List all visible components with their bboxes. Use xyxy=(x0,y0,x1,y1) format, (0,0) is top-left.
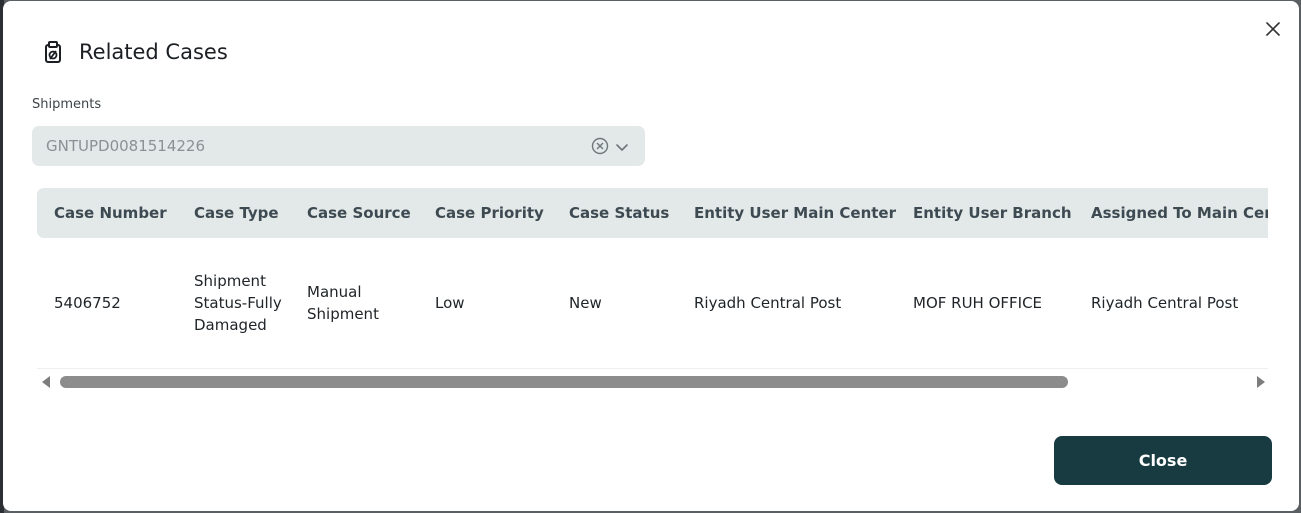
cell-case-source: Manual Shipment xyxy=(307,283,379,323)
scroll-left-arrow-icon[interactable] xyxy=(42,376,50,388)
table-header: Case Number Case Type Case Source Case P… xyxy=(37,188,1268,238)
column-header-case-number[interactable]: Case Number xyxy=(54,188,167,238)
cell-case-type: Shipment Status-Fully Damaged xyxy=(194,272,282,334)
cell-entity-user-main-center: Riyadh Central Post xyxy=(694,294,842,312)
scrollbar-thumb[interactable] xyxy=(60,376,1068,388)
shipments-select-value: GNTUPD0081514226 xyxy=(46,137,206,155)
clipboard-edit-icon xyxy=(43,40,63,64)
cell-case-status: New xyxy=(569,294,602,312)
column-header-case-source[interactable]: Case Source xyxy=(307,188,411,238)
column-header-entity-user-branch[interactable]: Entity User Branch xyxy=(913,188,1072,238)
cell-case-number: 5406752 xyxy=(54,294,121,312)
scroll-right-arrow-icon[interactable] xyxy=(1257,376,1265,388)
shipments-label: Shipments xyxy=(32,97,102,112)
related-cases-table: Case Number Case Type Case Source Case P… xyxy=(37,188,1268,370)
close-button[interactable]: Close xyxy=(1054,436,1272,485)
cell-case-priority: Low xyxy=(435,294,465,312)
table-row[interactable]: 5406752 Shipment Status-Fully Damaged Ma… xyxy=(37,238,1268,369)
dialog-header: Related Cases xyxy=(43,37,228,67)
cell-assigned-to-main-center: Riyadh Central Post xyxy=(1091,294,1239,312)
shipments-select[interactable]: GNTUPD0081514226 xyxy=(32,126,645,166)
column-header-assigned-to-main-center[interactable]: Assigned To Main Center xyxy=(1091,188,1268,238)
related-cases-dialog: Related Cases Shipments GNTUPD0081514226… xyxy=(3,1,1299,511)
column-header-case-status[interactable]: Case Status xyxy=(569,188,669,238)
chevron-down-icon[interactable] xyxy=(615,139,629,153)
column-header-entity-user-main-center[interactable]: Entity User Main Center xyxy=(694,188,896,238)
horizontal-scrollbar[interactable] xyxy=(39,373,1268,391)
column-header-case-priority[interactable]: Case Priority xyxy=(435,188,544,238)
close-icon[interactable] xyxy=(1263,19,1283,39)
clear-circle-icon[interactable] xyxy=(591,137,609,155)
cell-entity-user-branch: MOF RUH OFFICE xyxy=(913,294,1043,312)
column-header-case-type[interactable]: Case Type xyxy=(194,188,279,238)
dialog-title: Related Cases xyxy=(79,40,228,64)
